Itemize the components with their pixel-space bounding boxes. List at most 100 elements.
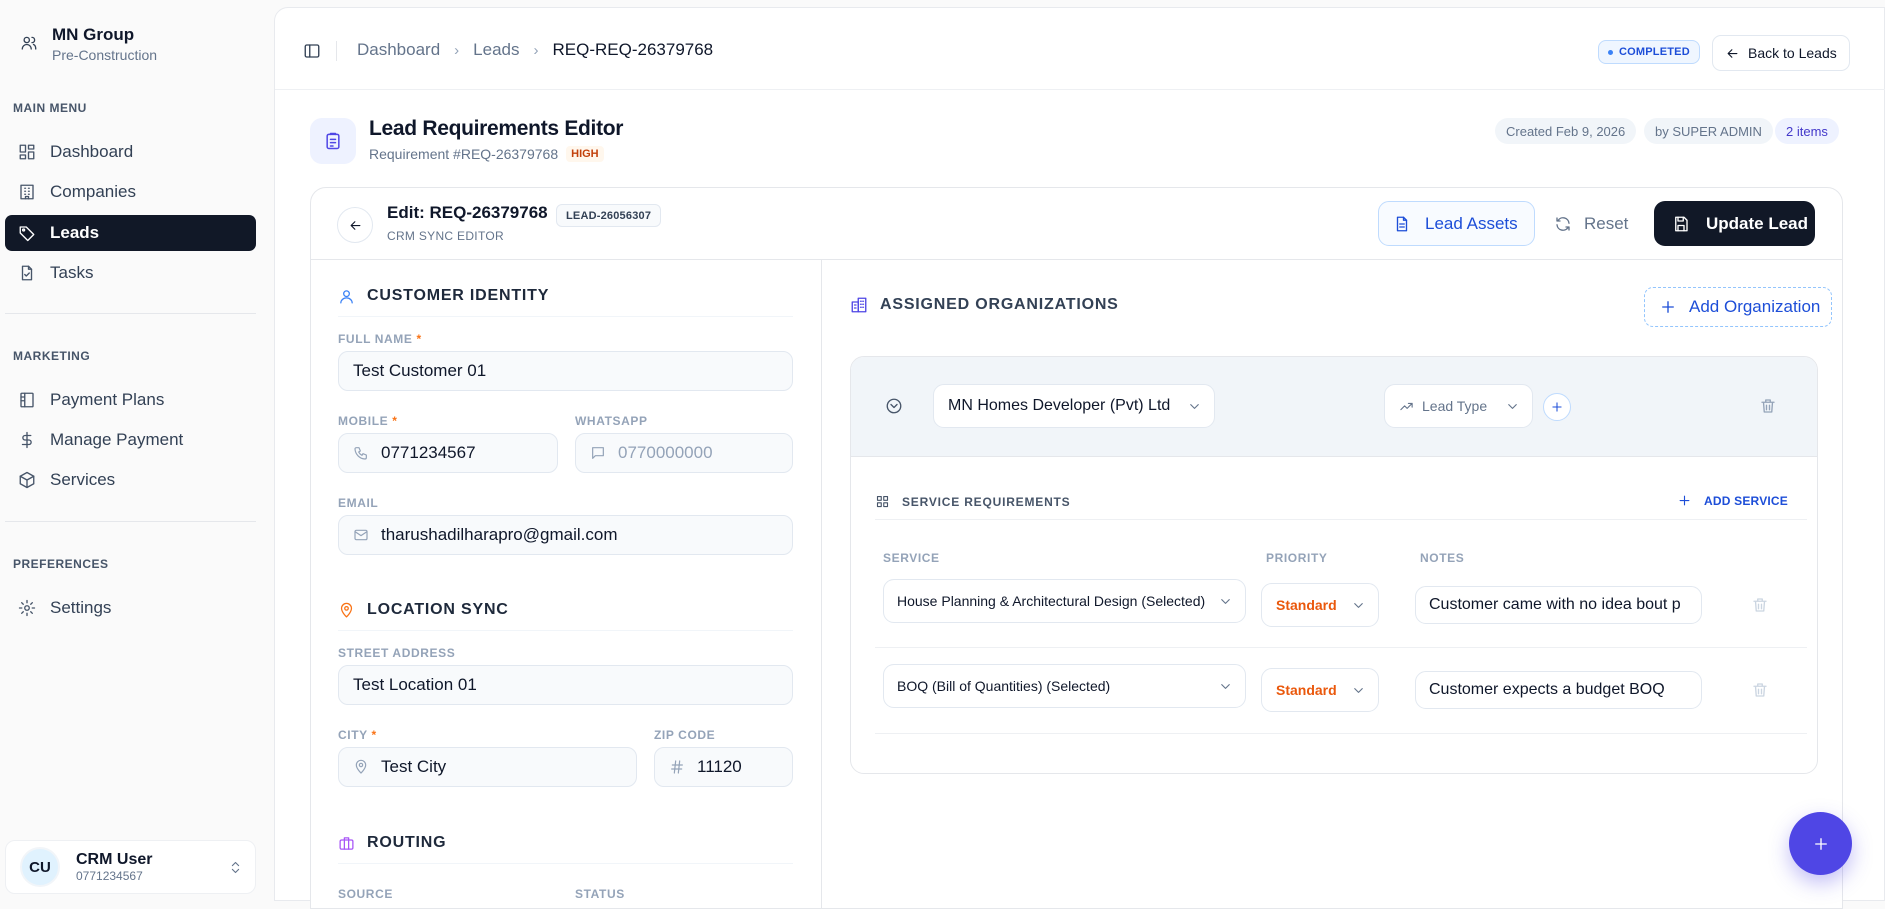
lead-assets-button[interactable]: Lead Assets <box>1378 201 1535 246</box>
message-icon <box>590 445 606 461</box>
lead-type-select[interactable]: Lead Type <box>1384 384 1533 428</box>
breadcrumb-leads[interactable]: Leads <box>473 40 519 60</box>
chevron-right-icon: › <box>533 41 539 59</box>
add-lead-type-button[interactable] <box>1543 393 1571 421</box>
user-card[interactable]: CU CRM User 0771234567 <box>5 840 256 894</box>
sidebar-item-companies[interactable]: Companies <box>5 174 256 210</box>
email-field[interactable]: tharushadilharapro@gmail.com <box>338 515 793 555</box>
trash-icon[interactable] <box>1751 596 1769 614</box>
city-label: CITY * <box>338 728 377 742</box>
editor-title: Edit: REQ-26379768 <box>387 203 548 222</box>
requirement-id: Requirement #REQ-26379768 <box>369 146 559 162</box>
required-mark: * <box>371 728 377 742</box>
organizations-panel: ASSIGNED ORGANIZATIONS Add Organization … <box>822 260 1842 908</box>
update-lead-button[interactable]: Update Lead <box>1654 201 1815 246</box>
main-panel: Dashboard › Leads › REQ-REQ-26379768 COM… <box>274 7 1885 909</box>
sidebar-item-payment-plans[interactable]: Payment Plans <box>5 382 256 418</box>
brand-name: MN Group <box>52 25 135 44</box>
tag-icon <box>18 224 36 242</box>
service-select[interactable]: House Planning & Architectural Design (S… <box>883 579 1246 623</box>
dollar-icon <box>18 431 36 449</box>
columns-icon <box>18 391 36 409</box>
add-organization-button[interactable]: Add Organization <box>1644 287 1832 327</box>
service-select[interactable]: BOQ (Bill of Quantities) (Selected) <box>883 664 1246 708</box>
priority-badge: HIGH <box>566 146 604 162</box>
back-to-leads-button[interactable]: Back to Leads <box>1712 35 1850 71</box>
service-select-value: BOQ (Bill of Quantities) (Selected) <box>897 678 1111 694</box>
notes-input[interactable]: Customer expects a budget BOQ <box>1415 671 1702 709</box>
refresh-icon <box>1554 215 1572 233</box>
mobile-field[interactable]: 0771234567 <box>338 433 558 473</box>
arrow-left-icon <box>348 218 363 233</box>
priority-column-header: PRIORITY <box>1266 551 1328 565</box>
sidebar-item-label: Tasks <box>50 263 94 282</box>
sidebar-item-leads[interactable]: Leads <box>5 215 256 251</box>
sidebar-item-label: Manage Payment <box>50 430 184 449</box>
breadcrumb: Dashboard › Leads › REQ-REQ-26379768 <box>357 40 713 60</box>
phone-icon <box>353 445 369 461</box>
service-requirements-title: SERVICE REQUIREMENTS <box>902 494 1071 509</box>
priority-select[interactable]: Standard <box>1261 583 1379 627</box>
users-icon <box>20 34 38 52</box>
status-label: STATUS <box>575 887 625 901</box>
chevron-right-icon: › <box>454 41 460 59</box>
sidebar-item-label: Companies <box>50 182 136 201</box>
add-organization-label: Add Organization <box>1689 297 1821 316</box>
customer-identity-heading: CUSTOMER IDENTITY <box>338 287 549 305</box>
update-lead-label: Update Lead <box>1706 213 1809 233</box>
notes-input[interactable]: Customer came with no idea bout p <box>1415 586 1702 624</box>
priority-select-value: Standard <box>1276 597 1337 613</box>
sidebar-item-manage-payment[interactable]: Manage Payment <box>5 422 256 458</box>
sidebar: MN Group Pre-Construction MAIN MENU Dash… <box>0 0 268 901</box>
reset-button[interactable]: Reset <box>1554 201 1628 246</box>
routing-title: ROUTING <box>367 834 447 851</box>
breadcrumb-dashboard[interactable]: Dashboard <box>357 40 440 60</box>
chevron-down-icon <box>1187 399 1202 414</box>
row-divider <box>875 733 1807 734</box>
main-menu-title: MAIN MENU <box>13 101 87 115</box>
chevrons-up-down-icon <box>228 860 243 875</box>
city-field[interactable]: Test City <box>338 747 637 787</box>
gear-icon <box>18 599 36 617</box>
sidebar-item-services[interactable]: Services <box>5 462 256 498</box>
add-service-button[interactable]: ADD SERVICE <box>1677 493 1788 508</box>
sidebar-item-settings[interactable]: Settings <box>5 590 256 626</box>
whatsapp-field[interactable]: 0770000000 <box>575 433 793 473</box>
lead-id-tag: LEAD-26056307 <box>556 204 662 227</box>
sidebar-toggle-icon[interactable] <box>303 42 321 60</box>
sidebar-item-label: Services <box>50 470 116 489</box>
hash-icon <box>669 759 685 775</box>
buildings-icon <box>850 296 868 314</box>
floating-add-button[interactable] <box>1789 812 1852 875</box>
lead-assets-label: Lead Assets <box>1425 213 1518 233</box>
priority-select[interactable]: Standard <box>1261 668 1379 712</box>
assigned-organizations-heading: ASSIGNED ORGANIZATIONS <box>850 296 1119 314</box>
trash-icon[interactable] <box>1759 397 1777 415</box>
assigned-organizations-title: ASSIGNED ORGANIZATIONS <box>880 296 1119 313</box>
email-label: EMAIL <box>338 496 379 510</box>
chevron-down-icon <box>1351 683 1366 698</box>
status-badge-label: COMPLETED <box>1619 46 1690 58</box>
trash-icon[interactable] <box>1751 681 1769 699</box>
location-heading: LOCATION SYNC <box>338 601 509 619</box>
street-field[interactable]: Test Location 01 <box>338 665 793 705</box>
organization-select[interactable]: MN Homes Developer (Pvt) Ltd <box>933 384 1215 428</box>
chevron-circle-icon[interactable] <box>885 397 903 415</box>
marketing-title: MARKETING <box>13 349 91 363</box>
notes-column-header: NOTES <box>1420 551 1465 565</box>
mobile-label-text: MOBILE <box>338 414 389 428</box>
sidebar-item-tasks[interactable]: Tasks <box>5 255 256 291</box>
status-badge: COMPLETED <box>1598 40 1700 64</box>
full-name-field[interactable]: Test Customer 01 <box>338 351 793 391</box>
zip-field[interactable]: 11120 <box>654 747 793 787</box>
sidebar-item-dashboard[interactable]: Dashboard <box>5 134 256 170</box>
city-value: Test City <box>381 757 447 776</box>
editor-back-button[interactable] <box>337 207 373 243</box>
service-select-value: House Planning & Architectural Design (S… <box>897 593 1206 609</box>
section-divider <box>338 316 793 317</box>
source-label: SOURCE <box>338 887 393 901</box>
zip-value: 11120 <box>697 757 742 776</box>
service-requirements-heading: SERVICE REQUIREMENTS <box>875 494 1070 509</box>
mobile-label: MOBILE * <box>338 414 397 428</box>
topbar: Dashboard › Leads › REQ-REQ-26379768 COM… <box>275 8 1885 90</box>
